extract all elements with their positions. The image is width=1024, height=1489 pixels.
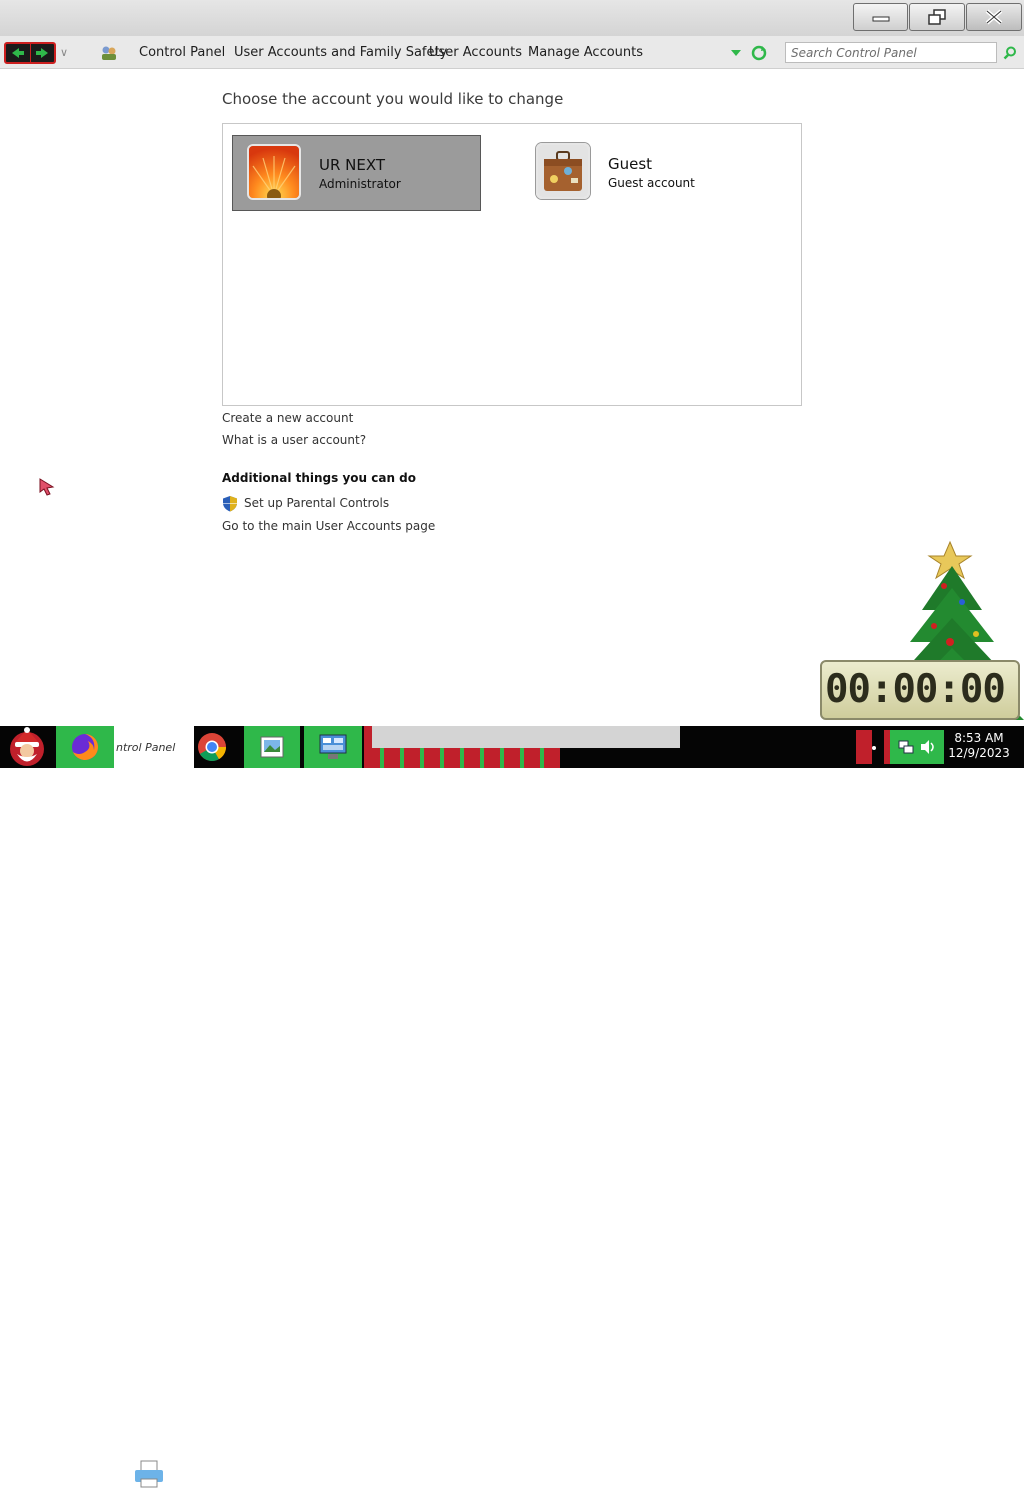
- nav-buttons: [4, 42, 56, 64]
- create-account-link[interactable]: Create a new account: [222, 411, 353, 425]
- minimize-button[interactable]: [853, 3, 908, 31]
- account-type: Guest account: [608, 176, 695, 190]
- suitcase-avatar-icon: [536, 143, 590, 199]
- account-list: UR NEXT Administrator Guest Guest accoun…: [222, 123, 802, 406]
- clock-date: 12/9/2023: [948, 746, 1010, 760]
- user-accounts-location-icon: [102, 46, 116, 60]
- flower-avatar-icon: [247, 144, 301, 200]
- breadcrumb-user-accounts-family-safety[interactable]: User Accounts and Family Safety: [234, 45, 447, 60]
- breadcrumb-control-panel[interactable]: Control Panel: [139, 45, 225, 60]
- account-name: Guest: [608, 155, 653, 173]
- chrome-icon: [198, 733, 226, 761]
- network-icon: [898, 740, 914, 754]
- countdown-timer-widget[interactable]: 00:00:00: [820, 660, 1020, 720]
- account-tile-ur-next[interactable]: UR NEXT Administrator: [232, 135, 481, 211]
- search-input[interactable]: Search Control Panel: [785, 42, 997, 63]
- mouse-cursor-icon: [39, 478, 55, 496]
- santa-start-icon: [10, 727, 44, 766]
- control-panel-icon: [319, 734, 347, 759]
- back-arrow-icon: [11, 48, 24, 58]
- address-dropdown-icon[interactable]: [731, 49, 741, 57]
- close-icon: [985, 9, 1003, 25]
- restore-icon: [928, 9, 946, 25]
- main-user-accounts-link[interactable]: Go to the main User Accounts page: [222, 519, 435, 533]
- account-type: Administrator: [319, 177, 401, 191]
- printer-icon: [135, 1460, 163, 1488]
- taskbar-control-panel-label: ntrol Panel: [116, 740, 176, 754]
- account-tile-guest[interactable]: Guest Guest account: [522, 135, 771, 211]
- recent-pages-dropdown[interactable]: ∨: [60, 46, 68, 59]
- taskbar-firefox[interactable]: [56, 726, 114, 768]
- taskbar: ntrol Panel: [0, 726, 1024, 1488]
- tray-overflow[interactable]: [856, 730, 872, 764]
- breadcrumb-user-accounts[interactable]: User Accounts: [429, 45, 522, 60]
- timer-display: 00:00:00: [825, 667, 1006, 712]
- address-bar: ∨ Control Panel User Accounts and Family…: [0, 36, 1024, 69]
- volume-icon: [921, 740, 934, 754]
- back-button[interactable]: [6, 44, 30, 62]
- firefox-icon: [72, 734, 98, 760]
- taskbar-chrome[interactable]: [194, 726, 230, 768]
- tray-dot: [872, 746, 876, 750]
- what-is-user-account-link[interactable]: What is a user account?: [222, 433, 366, 447]
- tray-icons[interactable]: [890, 730, 944, 764]
- start-button[interactable]: [0, 726, 54, 768]
- clock-time: 8:53 AM: [954, 731, 1004, 745]
- taskbar-control-panel-app[interactable]: [304, 726, 362, 768]
- taskbar-tooltip-area: [372, 726, 680, 748]
- taskbar-control-panel[interactable]: ntrol Panel: [114, 726, 194, 768]
- search-icon[interactable]: [1003, 46, 1017, 60]
- minimize-icon: [872, 16, 889, 22]
- close-button[interactable]: [966, 3, 1022, 31]
- restore-button[interactable]: [909, 3, 965, 31]
- uac-shield-icon: [223, 496, 237, 512]
- window-title-bar: [0, 0, 1024, 36]
- forward-arrow-icon: [36, 48, 49, 58]
- photo-viewer-icon: [260, 736, 284, 758]
- additional-heading: Additional things you can do: [222, 471, 417, 485]
- parental-controls-link[interactable]: Set up Parental Controls: [244, 496, 389, 510]
- page-title: Choose the account you would like to cha…: [222, 90, 564, 108]
- taskbar-photos[interactable]: [244, 726, 300, 768]
- taskbar-clock[interactable]: 8:53 AM 12/9/2023: [948, 731, 1010, 761]
- account-name: UR NEXT: [319, 156, 386, 174]
- forward-button[interactable]: [29, 44, 55, 62]
- refresh-icon[interactable]: [751, 45, 767, 61]
- breadcrumb-manage-accounts[interactable]: Manage Accounts: [528, 45, 643, 60]
